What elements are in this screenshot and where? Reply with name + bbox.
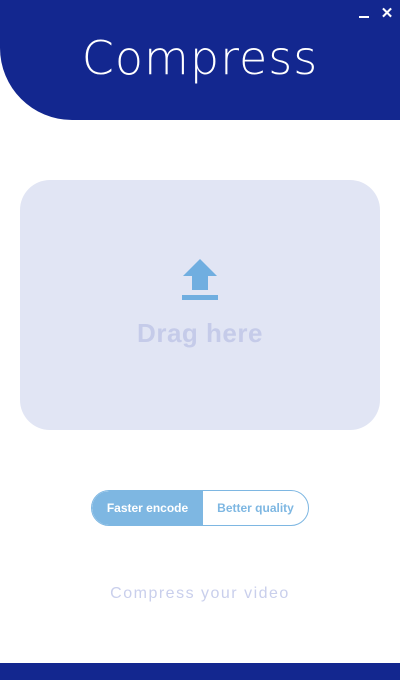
tagline: Compress your video <box>110 585 290 602</box>
upload-icon <box>182 259 218 300</box>
better-quality-option[interactable]: Better quality <box>203 491 308 525</box>
faster-encode-option[interactable]: Faster encode <box>92 491 203 525</box>
encode-mode-toggle[interactable]: Faster encode Better quality <box>91 490 309 526</box>
close-button[interactable]: ✕ <box>377 4 397 22</box>
drop-zone[interactable]: Drag here <box>20 180 380 430</box>
app-title: Compress <box>81 31 319 85</box>
minimize-icon <box>359 16 369 18</box>
close-icon: ✕ <box>380 5 394 22</box>
minimize-button[interactable] <box>354 4 374 22</box>
footer-bar <box>0 663 400 680</box>
header-bar: Compress <box>0 0 400 120</box>
drag-here-label: Drag here <box>137 318 263 348</box>
